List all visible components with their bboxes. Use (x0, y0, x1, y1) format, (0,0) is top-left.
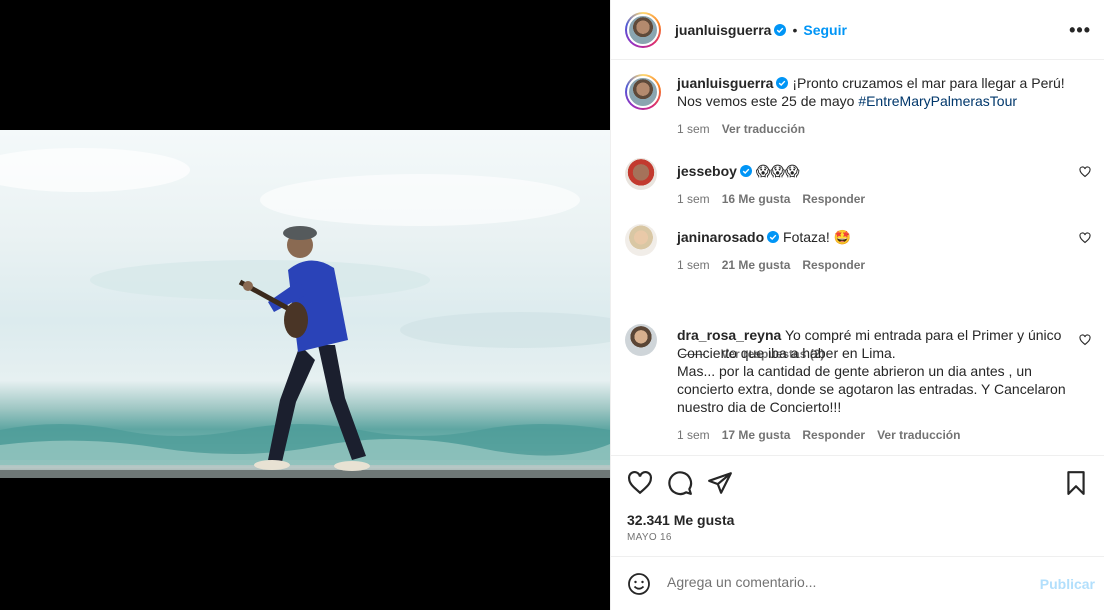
video-frame (0, 130, 610, 478)
reply-button[interactable]: Responder (802, 190, 865, 208)
post-media[interactable] (0, 0, 610, 610)
comment-time[interactable]: 1 sem (677, 190, 710, 208)
comment-composer: Publicar (611, 556, 1104, 610)
comment-like-heart-icon[interactable] (1079, 166, 1091, 178)
comment-text: 😱😱😱 (755, 163, 800, 179)
caption-username[interactable]: juanluisguerra (677, 75, 773, 91)
like-heart-icon[interactable] (627, 470, 653, 496)
comment-body: jesseboy 😱😱😱 1 sem 16 Me gusta Responder (677, 162, 1067, 208)
comment-meta: 1 sem 21 Me gusta Responder (677, 256, 1067, 274)
author-avatar[interactable] (625, 11, 661, 48)
caption-hashtag[interactable]: #EntreMaryPalmerasTour (858, 93, 1017, 109)
reply-button[interactable]: Responder (802, 426, 865, 444)
caption-avatar[interactable] (625, 74, 661, 110)
verified-badge-icon (776, 77, 789, 89)
action-bar (611, 457, 1104, 509)
comment-likes[interactable]: 21 Me gusta (722, 256, 791, 274)
comment-body: janinarosado Fotaza! 🤩 1 sem 21 Me gusta… (677, 228, 1067, 274)
verified-badge-icon (739, 165, 752, 177)
comment-meta: 1 sem 17 Me gusta Responder Ver traducci… (677, 426, 1067, 444)
share-send-icon[interactable] (707, 470, 733, 496)
comment-input[interactable] (667, 574, 1027, 590)
reply-button[interactable]: Responder (802, 256, 865, 274)
comment-text-continued: Mas... por la cantidad de gente abrieron… (677, 363, 1066, 415)
more-options-icon[interactable]: ••• (1069, 20, 1091, 41)
post-date: MAYO 16 (627, 532, 672, 543)
commenter-avatar[interactable] (625, 224, 657, 256)
comments-list[interactable]: juanluisguerra ¡Pronto cruzamos el mar p… (611, 60, 1104, 456)
likes-count[interactable]: 32.341 Me gusta (627, 512, 734, 528)
comment-username[interactable]: janinarosado (677, 229, 764, 245)
caption-body: juanluisguerra ¡Pronto cruzamos el mar p… (677, 74, 1067, 138)
caption-meta: 1 sem Ver traducción (677, 120, 1067, 138)
commenter-avatar[interactable] (625, 158, 657, 190)
comment-like-heart-icon[interactable] (1079, 232, 1091, 244)
guitarist-walking-illustration (0, 148, 610, 478)
separator-dot: • (792, 21, 798, 38)
publish-button[interactable]: Publicar (1040, 576, 1095, 592)
save-bookmark-icon[interactable] (1063, 470, 1089, 496)
commenter-avatar[interactable] (625, 324, 657, 356)
follow-button[interactable]: Seguir (803, 22, 847, 38)
verified-badge-icon (767, 231, 780, 243)
translate-button[interactable]: Ver traducción (722, 120, 805, 138)
comment-body: dra_rosa_reyna Yo compré mi entrada para… (677, 326, 1067, 444)
post-dialog: juanluisguerra • Seguir ••• juanluisguer… (0, 0, 1104, 610)
comment-likes[interactable]: 16 Me gusta (722, 190, 791, 208)
verified-badge-icon (774, 23, 787, 36)
caption-time[interactable]: 1 sem (677, 120, 710, 138)
translate-button[interactable]: Ver traducción (877, 426, 960, 444)
comment-time[interactable]: 1 sem (677, 256, 710, 274)
author-username[interactable]: juanluisguerra (675, 22, 771, 38)
comment-username[interactable]: jesseboy (677, 163, 737, 179)
emoji-icon[interactable] (627, 572, 651, 596)
post-sidebar: juanluisguerra • Seguir ••• juanluisguer… (610, 0, 1104, 610)
comment-bubble-icon[interactable] (667, 470, 693, 496)
comment-meta: 1 sem 16 Me gusta Responder (677, 190, 1067, 208)
comment-time[interactable]: 1 sem (677, 426, 710, 444)
post-header: juanluisguerra • Seguir ••• (611, 0, 1104, 60)
comment-username[interactable]: dra_rosa_reyna (677, 327, 781, 343)
comment-text: Fotaza! 🤩 (783, 229, 852, 245)
comment-like-heart-icon[interactable] (1079, 334, 1091, 346)
comment-likes[interactable]: 17 Me gusta (722, 426, 791, 444)
